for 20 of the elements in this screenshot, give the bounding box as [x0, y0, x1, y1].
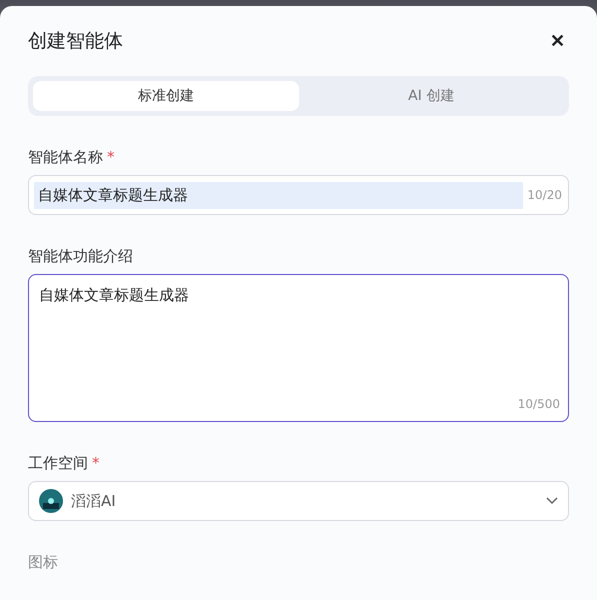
field-label: 智能体名称 [28, 148, 103, 167]
tab[interactable]: AI 创建 [298, 81, 564, 111]
tab[interactable]: 标准创建 [33, 81, 298, 111]
field-label: 工作空间 [28, 454, 88, 473]
select-value: 滔滔AI [71, 492, 117, 510]
char-counter: 10/20 [527, 188, 562, 202]
workspace-select[interactable]: 滔滔AI [28, 481, 569, 521]
name-input[interactable]: 自媒体文章标题生成器 10/20 [28, 175, 569, 215]
field-label: 智能体功能介绍 [28, 247, 133, 266]
input-value: 自媒体文章标题生成器 [34, 182, 524, 208]
textarea-value: 自媒体文章标题生成器 [39, 286, 189, 304]
char-counter: 10/500 [518, 397, 560, 411]
chevron-down-icon [546, 497, 558, 505]
workspace-avatar [39, 489, 63, 513]
description-textarea[interactable]: 自媒体文章标题生成器 10/500 [28, 274, 569, 422]
close-button[interactable]: ✕ [546, 30, 569, 52]
field-label: 图标 [28, 553, 58, 572]
dialog-title: 创建智能体 [28, 29, 123, 54]
required-mark: * [92, 454, 100, 473]
required-mark: * [107, 148, 114, 167]
